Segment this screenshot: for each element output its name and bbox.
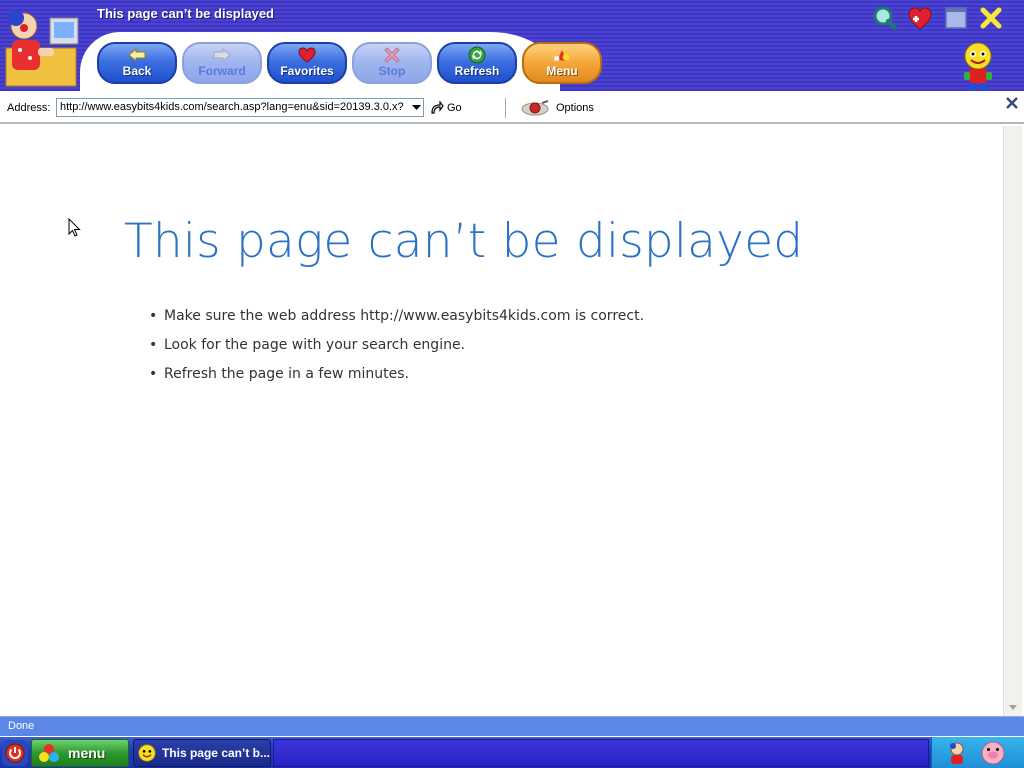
arrow-right-icon [213,47,231,63]
taskbar: menu This page can’t b... [0,737,1024,768]
address-input[interactable]: http://www.easybits4kids.com/search.asp?… [56,98,424,117]
status-text: Done [8,720,35,732]
start-menu-button[interactable]: menu [31,739,129,767]
taskbar-item-label: This page can’t b... [161,746,270,760]
add-favorite-window-button[interactable] [906,4,934,32]
menu-label: Menu [546,64,578,78]
clown-mascot-logo [5,10,79,87]
refresh-button[interactable]: Refresh [437,42,517,84]
stop-label: Stop [378,64,406,78]
close-icon [980,7,1002,29]
stop-x-icon [383,47,401,63]
smiley-mascot-icon [964,42,992,91]
taskbar-empty-area [273,739,929,767]
status-bar: Done [0,716,1024,736]
system-tray [931,737,1024,768]
arrow-left-icon [128,47,146,63]
chevron-down-icon [411,104,421,110]
options-button[interactable]: Options [520,99,594,117]
address-label: Address: [7,102,51,114]
mouse-cursor-icon [68,218,81,237]
refresh-label: Refresh [454,64,500,78]
suggestion-item: Refresh the page in a few minutes. [146,365,644,394]
balls-icon [39,744,59,762]
window-title: This page can’t be displayed [97,6,274,21]
power-button[interactable] [2,740,28,766]
maximize-window-button[interactable] [942,4,970,32]
suggestion-item: Look for the page with your search engin… [146,336,644,365]
forward-button[interactable]: Forward [182,42,262,84]
power-icon [5,743,25,763]
options-label: Options [556,102,594,114]
back-button[interactable]: Back [97,42,177,84]
go-label: Go [447,102,462,114]
vertical-scrollbar[interactable] [1003,126,1022,716]
close-icon [1006,97,1018,109]
favorites-label: Favorites [280,64,334,78]
go-arrow-icon [431,101,444,114]
refresh-icon [468,46,486,64]
favorites-button[interactable]: Favorites [267,42,347,84]
start-menu-label: menu [68,745,106,761]
add-favorite-icon [908,7,932,30]
go-button[interactable]: Go [430,99,462,117]
smiley-icon [138,744,156,762]
address-bar: Address: http://www.easybits4kids.com/se… [0,91,1024,124]
stop-button[interactable]: Stop [352,42,432,84]
back-label: Back [122,64,152,78]
address-bar-close-button[interactable] [1004,95,1020,111]
toolbar-separator [505,98,507,118]
suggestion-item: Make sure the web address http://www.eas… [146,307,644,336]
scroll-down-icon[interactable] [1009,705,1017,710]
close-window-button[interactable] [977,4,1005,32]
search-window-button[interactable] [871,4,899,32]
error-page-title: This page can’t be displayed [124,214,804,269]
menu-button[interactable]: Menu [522,42,602,84]
address-dropdown-button[interactable] [408,99,424,116]
shapes-icon [553,47,571,63]
forward-label: Forward [198,64,246,78]
title-toolbar-band: This page can’t be displayed Back Forwar… [0,0,1024,91]
search-icon [873,6,897,30]
maximize-icon [945,7,967,29]
mascot-tray-icon[interactable] [944,740,970,766]
suggestions-list: Make sure the web address http://www.eas… [146,307,644,394]
pig-tray-icon[interactable] [980,740,1006,766]
taskbar-item-browser[interactable]: This page can’t b... [133,739,271,767]
heart-icon [298,47,316,63]
options-icon [521,100,549,116]
